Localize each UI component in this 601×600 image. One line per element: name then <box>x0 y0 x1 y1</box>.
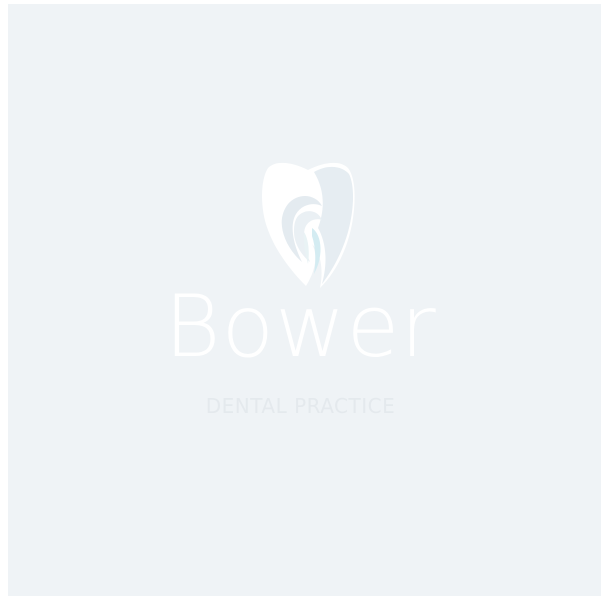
brand-name: Bower <box>164 277 437 377</box>
brand-tagline: DENTAL PRACTICE <box>205 394 396 418</box>
tooth-icon <box>262 162 355 288</box>
